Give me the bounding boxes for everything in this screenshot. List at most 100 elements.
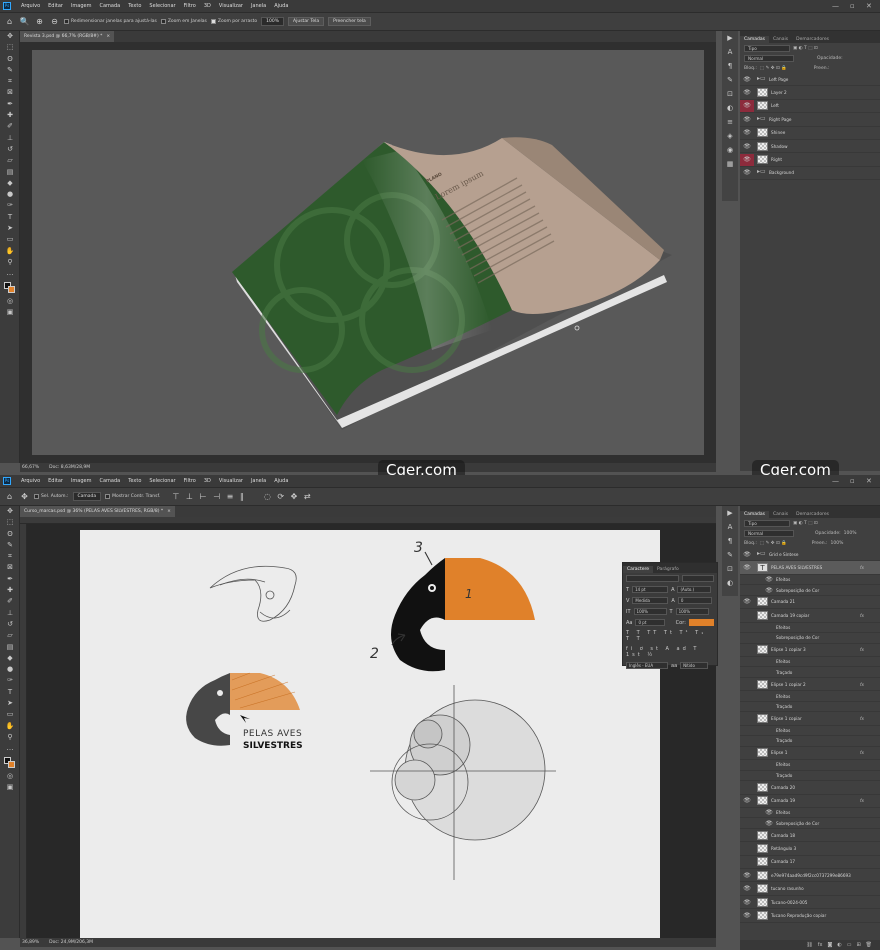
blur-icon[interactable]: ◆ bbox=[0, 653, 20, 664]
layer-fx-icon[interactable]: fx bbox=[860, 716, 864, 721]
layer-row[interactable]: 👁 Camada 18 bbox=[740, 829, 880, 843]
quick-select-icon[interactable]: ✎ bbox=[0, 65, 20, 76]
clone-stamp-icon[interactable]: ⊥ bbox=[0, 608, 20, 619]
layer-row[interactable]: 👁 T PELAS AVES SILVESTRES fx bbox=[740, 561, 880, 575]
tab-canais[interactable]: Canais bbox=[769, 511, 792, 518]
adjustments-icon[interactable]: ◐ bbox=[722, 101, 738, 115]
quick-mask-icon[interactable]: ◎ bbox=[0, 296, 20, 307]
lock-icons[interactable]: ⬚ ✎ ✥ ⊡ 🔒 bbox=[760, 541, 787, 546]
clone-stamp-icon[interactable]: ⊥ bbox=[0, 133, 20, 144]
libraries-icon[interactable]: ⊡ bbox=[722, 562, 738, 576]
history-brush-icon[interactable]: ↺ bbox=[0, 619, 20, 630]
layer-row[interactable]: 👁 Elipse 1 copiar 3 fx bbox=[740, 644, 880, 657]
history-icon[interactable]: ▶ bbox=[722, 31, 738, 45]
layer-row[interactable]: 👁 Camada 17 bbox=[740, 856, 880, 870]
more-tools-icon[interactable]: … bbox=[0, 268, 20, 279]
visibility-eye-icon[interactable]: 👁 bbox=[762, 737, 776, 744]
layer-row[interactable]: 👁 Camada 19 copiar fx bbox=[740, 609, 880, 623]
menu-editar[interactable]: Editar bbox=[44, 3, 67, 9]
visibility-eye-icon[interactable]: 👁 bbox=[740, 858, 754, 865]
visibility-eye-icon[interactable]: 👁 bbox=[740, 899, 754, 906]
tab-canais[interactable]: Canais bbox=[769, 36, 792, 43]
layer-effect-row[interactable]: 👁Efeitos bbox=[740, 760, 880, 771]
color-swatches[interactable] bbox=[0, 755, 19, 771]
visibility-eye-icon[interactable]: 👁 bbox=[740, 143, 754, 150]
blur-icon[interactable]: ◆ bbox=[0, 178, 20, 189]
layer-row[interactable]: 👁 Shadow bbox=[740, 140, 880, 154]
layer-row[interactable]: 👁 ▸▭ Grid e Síntese bbox=[740, 548, 880, 562]
healing-brush-icon[interactable]: ✚ bbox=[0, 585, 20, 596]
background-color[interactable] bbox=[8, 285, 15, 293]
layer-row[interactable]: 👁 Right bbox=[740, 153, 880, 167]
visibility-eye-icon[interactable]: 👁 bbox=[740, 885, 754, 892]
visibility-eye-icon[interactable]: 👁 bbox=[740, 912, 754, 919]
frame-tool-icon[interactable]: ⊠ bbox=[0, 87, 20, 98]
layer-row[interactable]: 👁 Camada 19 fx bbox=[740, 795, 880, 808]
visibility-eye-icon[interactable]: 👁 bbox=[740, 646, 754, 653]
visibility-eye-icon[interactable]: 👁 bbox=[740, 715, 754, 722]
visibility-eye-icon[interactable]: 👁 bbox=[762, 587, 776, 594]
character-icon[interactable]: A bbox=[722, 520, 738, 534]
paragraph-icon[interactable]: ¶ bbox=[722, 534, 738, 548]
adjustment-layer-icon[interactable]: ◐ bbox=[837, 942, 841, 948]
screen-mode-icon[interactable]: ▣ bbox=[0, 782, 20, 793]
visibility-eye-icon[interactable]: 👁 bbox=[740, 612, 754, 619]
visibility-eye-icon[interactable]: 👁 bbox=[740, 153, 754, 166]
layer-row[interactable]: 👁 e79e974aad9cd9f2cc0737299e86693 bbox=[740, 869, 880, 883]
layer-effect-row[interactable]: 👁Efeitos bbox=[740, 657, 880, 668]
visibility-eye-icon[interactable]: 👁 bbox=[762, 634, 776, 641]
layer-effect-row[interactable]: 👁Efeitos bbox=[740, 691, 880, 702]
menu-filtro[interactable]: Filtro bbox=[180, 3, 200, 9]
visibility-eye-icon[interactable]: 👁 bbox=[762, 761, 776, 768]
status-zoom[interactable]: 66,67% bbox=[22, 465, 39, 470]
layer-row[interactable]: 👁 Tucano-0024-005 bbox=[740, 896, 880, 910]
home-icon[interactable]: ⌂ bbox=[4, 16, 15, 27]
menu-visualizar[interactable]: Visualizar bbox=[215, 3, 247, 9]
screen-mode-icon[interactable]: ▣ bbox=[0, 307, 20, 318]
crop-tool-icon[interactable]: ⌗ bbox=[0, 551, 20, 562]
gradient-icon[interactable]: ▤ bbox=[0, 167, 20, 178]
brush-settings-icon[interactable]: ✎ bbox=[722, 548, 738, 562]
visibility-eye-icon[interactable]: 👁 bbox=[740, 89, 754, 96]
menu-selecionar[interactable]: Selecionar bbox=[145, 478, 179, 484]
faux-style-buttons[interactable]: T T TT Tt T¹ T₁ T T bbox=[623, 628, 717, 644]
zoom-value-field[interactable]: 100% bbox=[261, 17, 285, 26]
visibility-eye-icon[interactable]: 👁 bbox=[762, 669, 776, 676]
visibility-eye-icon[interactable]: 👁 bbox=[740, 749, 754, 756]
align-icons[interactable]: ⊤ ⊥ ⊢ ⊣ ≡ ∥ bbox=[164, 491, 254, 502]
group-icon[interactable]: ▭ bbox=[847, 942, 852, 948]
type-tool-icon[interactable]: T bbox=[0, 687, 20, 698]
dodge-icon[interactable]: ● bbox=[0, 664, 20, 675]
shape-tool-icon[interactable]: ▭ bbox=[0, 234, 20, 245]
layer-row[interactable]: 👁 Tucano Reprodução copiar bbox=[740, 909, 880, 923]
visibility-eye-icon[interactable]: 👁 bbox=[740, 551, 754, 558]
eyedropper-icon[interactable]: ✒ bbox=[0, 574, 20, 585]
layer-row[interactable]: 👁 Elipse 1 copiar fx bbox=[740, 712, 880, 726]
menu-3d[interactable]: 3D bbox=[200, 478, 215, 484]
lasso-tool-icon[interactable]: ʘ bbox=[0, 529, 20, 540]
gradient-icon[interactable]: ▤ bbox=[0, 642, 20, 653]
baseline-field[interactable]: 0 pt bbox=[635, 619, 665, 626]
background-color[interactable] bbox=[8, 760, 15, 768]
paths-icon[interactable]: ▦ bbox=[722, 157, 738, 171]
layer-effect-row[interactable]: 👁Traçado bbox=[740, 667, 880, 678]
visibility-eye-icon[interactable]: 👁 bbox=[740, 76, 754, 83]
tab-paragrafo[interactable]: Parágrafo bbox=[653, 566, 683, 573]
kerning-field[interactable]: Medida bbox=[632, 597, 669, 604]
visibility-eye-icon[interactable]: 👁 bbox=[762, 703, 776, 710]
status-zoom[interactable]: 36,89% bbox=[22, 940, 39, 945]
menu-ajuda[interactable]: Ajuda bbox=[270, 478, 292, 484]
menu-imagem[interactable]: Imagem bbox=[67, 478, 96, 484]
tab-camadas[interactable]: Camadas bbox=[740, 36, 769, 43]
history-brush-icon[interactable]: ↺ bbox=[0, 144, 20, 155]
tab-close-icon[interactable]: × bbox=[167, 509, 171, 514]
visibility-eye-icon[interactable]: 👁 bbox=[740, 832, 754, 839]
mode-3d-icons[interactable]: ◌ ⟳ ✥ ⇄ bbox=[258, 491, 318, 502]
font-size-field[interactable]: 14 pt bbox=[632, 586, 669, 593]
menu-texto[interactable]: Texto bbox=[124, 3, 145, 9]
layers-icon[interactable]: ◈ bbox=[722, 129, 738, 143]
minimize-button[interactable]: — bbox=[832, 2, 839, 10]
layer-row[interactable]: 👁 Layer 2 bbox=[740, 86, 880, 100]
hand-tool-icon[interactable]: ✋ bbox=[0, 721, 20, 732]
menu-selecionar[interactable]: Selecionar bbox=[145, 3, 179, 9]
